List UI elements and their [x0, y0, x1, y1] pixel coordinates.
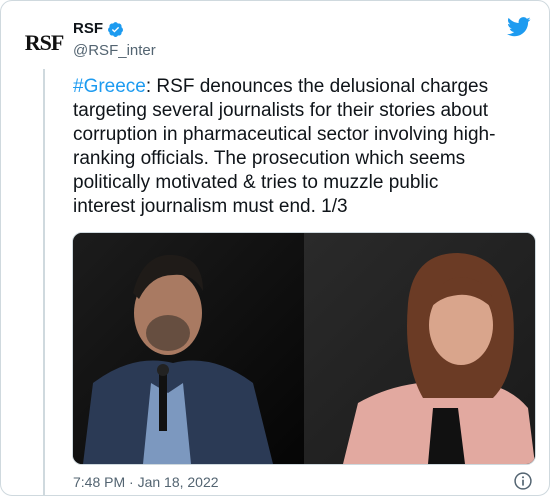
verified-badge-icon	[108, 21, 123, 37]
tweet-photo[interactable]	[72, 232, 536, 465]
avatar-logo-text: RSF	[25, 30, 64, 55]
tweet-text: #Greece: RSF denounces the delusional ch…	[73, 75, 539, 219]
author-handle[interactable]: @RSF_inter	[73, 41, 156, 61]
thread-connector-line	[43, 69, 45, 495]
hashtag-link[interactable]: #Greece	[73, 76, 146, 97]
author-info[interactable]: RSF @RSF_inter	[73, 19, 156, 61]
tweet-timestamp[interactable]: 7:48 PM · Jan 18, 2022	[73, 473, 219, 491]
info-icon[interactable]	[513, 471, 533, 491]
tweet-body: : RSF denounces the delusional charges t…	[73, 76, 496, 217]
author-display-name[interactable]: RSF	[73, 19, 103, 39]
tweet-card[interactable]: RSF RSF @RSF_inter #Greece: RSF denounce…	[0, 0, 550, 496]
twitter-bird-icon[interactable]	[507, 17, 531, 37]
author-avatar[interactable]: RSF	[19, 17, 69, 67]
